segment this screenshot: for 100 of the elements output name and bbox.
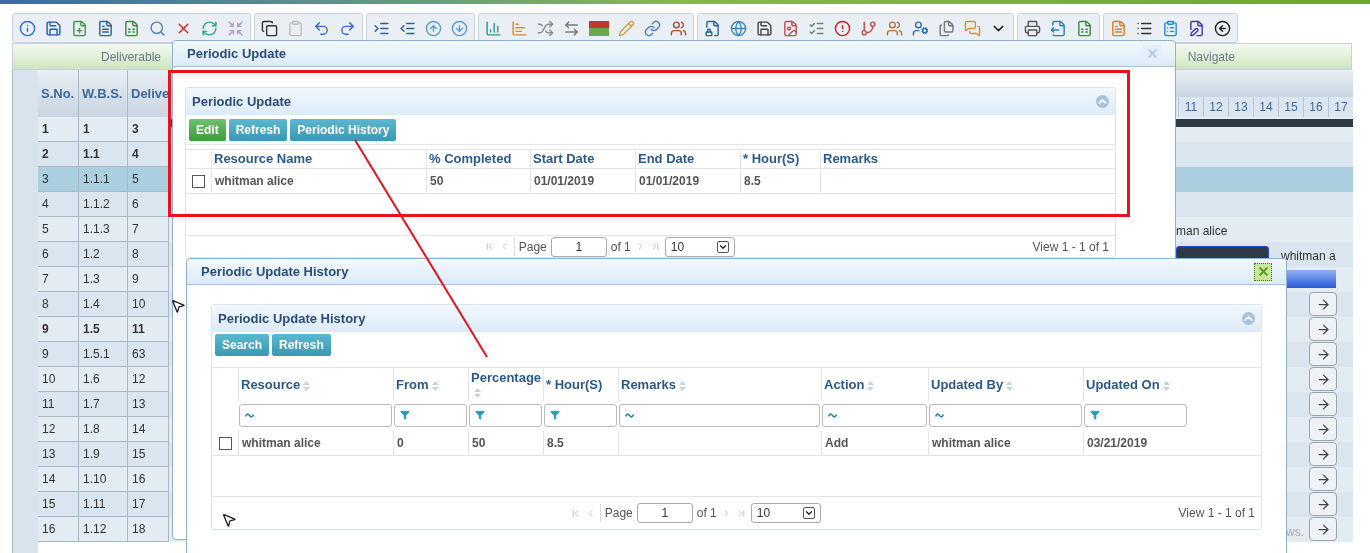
navigate-button[interactable] bbox=[1309, 342, 1337, 366]
navigate-button[interactable] bbox=[1309, 417, 1337, 441]
save-icon[interactable] bbox=[756, 19, 773, 37]
page-size-select[interactable]: 10 bbox=[664, 236, 735, 257]
export-icon[interactable] bbox=[1050, 19, 1067, 37]
page-size-select[interactable]: 10 bbox=[750, 503, 821, 523]
save-icon[interactable] bbox=[45, 19, 62, 37]
column-header[interactable]: Start Date bbox=[530, 150, 635, 168]
link-icon[interactable] bbox=[644, 19, 661, 37]
grid-row[interactable]: 7 1.3 9 bbox=[38, 267, 169, 292]
spreadsheet-export-icon[interactable] bbox=[1076, 19, 1093, 37]
file-add-icon[interactable] bbox=[71, 19, 88, 37]
grid-row[interactable]: 9 1.5.1 63 bbox=[38, 342, 169, 367]
filter-field[interactable] bbox=[1084, 403, 1187, 427]
collapse-icon[interactable] bbox=[1242, 312, 1255, 325]
grid-row[interactable]: 9 1.5 11 bbox=[38, 317, 169, 342]
grid-row[interactable]: 11 1.7 13 bbox=[38, 392, 169, 417]
navigate-button[interactable] bbox=[1309, 317, 1337, 341]
users-icon[interactable] bbox=[886, 19, 903, 37]
edit-document-icon[interactable] bbox=[1188, 19, 1205, 37]
printer-icon[interactable] bbox=[1024, 19, 1041, 37]
arrow-up-icon[interactable] bbox=[425, 19, 442, 37]
column-header[interactable]: Action bbox=[821, 368, 928, 401]
filter-field[interactable] bbox=[822, 403, 927, 427]
column-header[interactable]: % Completed bbox=[426, 150, 530, 168]
files-icon[interactable] bbox=[938, 19, 955, 37]
filter-field[interactable] bbox=[544, 403, 617, 427]
column-header[interactable]: Percentage bbox=[468, 368, 543, 401]
column-header[interactable]: Resource bbox=[238, 368, 393, 401]
collapse-icon[interactable] bbox=[227, 19, 244, 37]
column-header[interactable]: Updated By bbox=[928, 368, 1083, 401]
back-icon[interactable] bbox=[1214, 19, 1231, 37]
column-header[interactable]: From bbox=[393, 368, 468, 401]
refresh-icon[interactable] bbox=[201, 19, 218, 37]
row-checkbox[interactable] bbox=[192, 174, 205, 188]
grid-row[interactable]: 1 1 3 bbox=[38, 117, 169, 142]
grid-row[interactable]: 12 1.8 14 bbox=[38, 417, 169, 442]
grid-row[interactable]: 3 1.1.1 5 bbox=[38, 167, 169, 192]
grid-row[interactable]: 10 1.6 12 bbox=[38, 367, 169, 392]
navigate-button[interactable] bbox=[1309, 392, 1337, 416]
column-header[interactable]: End Date bbox=[635, 150, 740, 168]
users-icon[interactable] bbox=[670, 19, 687, 37]
filter-field[interactable] bbox=[619, 403, 820, 427]
bar-label: man alice bbox=[1176, 223, 1228, 240]
pencil-icon[interactable] bbox=[618, 19, 635, 37]
grid-row[interactable]: 14 1.10 16 bbox=[38, 467, 169, 492]
image-document-icon[interactable] bbox=[782, 19, 799, 37]
collapse-icon[interactable] bbox=[1096, 95, 1109, 108]
grid-row[interactable]: 4 1.1.2 6 bbox=[38, 192, 169, 217]
column-header[interactable]: Remarks bbox=[820, 150, 1092, 168]
undo-icon[interactable] bbox=[313, 19, 330, 37]
document-icon[interactable] bbox=[97, 19, 114, 37]
grid-row[interactable]: 5 1.1.3 7 bbox=[38, 217, 169, 242]
user-settings-icon[interactable] bbox=[912, 19, 929, 37]
filter-field[interactable] bbox=[239, 403, 392, 427]
column-header[interactable]: * Hour(S) bbox=[740, 150, 820, 168]
grid-row[interactable]: 6 1.2 8 bbox=[38, 242, 169, 267]
arrow-down-icon[interactable] bbox=[451, 19, 468, 37]
clipboard-list-icon[interactable] bbox=[1162, 19, 1179, 37]
copy-icon[interactable] bbox=[261, 19, 278, 37]
clipboard-icon[interactable] bbox=[287, 19, 304, 37]
page-field[interactable]: 1 bbox=[550, 236, 607, 257]
bar-chart-icon[interactable] bbox=[511, 19, 528, 37]
arrow-right-icon bbox=[1315, 471, 1331, 487]
page-field[interactable]: 1 bbox=[636, 503, 693, 523]
filter-field[interactable] bbox=[394, 403, 467, 427]
grid-row[interactable]: 8 1.4 10 bbox=[38, 292, 169, 317]
column-header[interactable]: Remarks bbox=[618, 368, 821, 401]
arrows-icon[interactable] bbox=[563, 19, 580, 37]
navigate-button[interactable] bbox=[1309, 492, 1337, 516]
column-header[interactable]: Resource Name bbox=[211, 150, 426, 168]
column-chart-icon[interactable] bbox=[485, 19, 502, 37]
globe-icon[interactable] bbox=[730, 19, 747, 37]
grid-row[interactable]: 16 1.12 18 bbox=[38, 517, 169, 542]
grid-row[interactable]: 13 1.9 15 bbox=[38, 442, 169, 467]
grid-row[interactable]: 2 1.1 4 bbox=[38, 142, 169, 167]
chat-icon[interactable] bbox=[964, 19, 981, 37]
column-header[interactable]: * Hour(S) bbox=[543, 368, 618, 401]
color-bar-icon[interactable] bbox=[589, 20, 609, 36]
redo-icon[interactable] bbox=[339, 19, 356, 37]
navigate-button[interactable] bbox=[1309, 292, 1337, 316]
branch-icon[interactable] bbox=[860, 19, 877, 37]
navigate-button[interactable] bbox=[1309, 367, 1337, 391]
grid-row[interactable]: 15 1.11 17 bbox=[38, 492, 169, 517]
navigate-button[interactable] bbox=[1309, 442, 1337, 466]
navigate-button[interactable] bbox=[1309, 517, 1337, 541]
filter-field[interactable] bbox=[469, 403, 542, 427]
alert-icon[interactable] bbox=[834, 19, 851, 37]
column-header[interactable]: Updated On bbox=[1083, 368, 1188, 401]
table-cell: Add bbox=[821, 431, 928, 455]
filter-field[interactable] bbox=[929, 403, 1082, 427]
search-icon[interactable] bbox=[149, 19, 166, 37]
lock-document-icon[interactable] bbox=[704, 19, 721, 37]
spreadsheet-icon[interactable] bbox=[123, 19, 140, 37]
navigate-button[interactable] bbox=[1309, 467, 1337, 491]
info-icon[interactable] bbox=[19, 19, 36, 37]
shuffle-icon[interactable] bbox=[537, 19, 554, 37]
close-button[interactable] bbox=[1254, 262, 1272, 281]
list-document-icon[interactable] bbox=[1110, 19, 1127, 37]
row-checkbox[interactable] bbox=[218, 436, 232, 450]
